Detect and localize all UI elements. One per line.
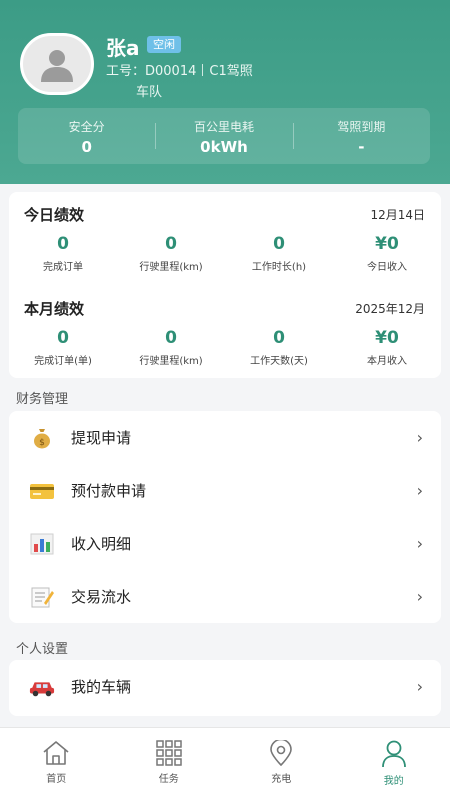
metric-label: 本月收入 — [367, 356, 407, 367]
menu-item-withdraw[interactable]: $ 提现申请 › — [9, 411, 441, 464]
metric-orders: 0 完成订单(单) — [9, 328, 117, 367]
car-icon — [29, 674, 55, 700]
svg-text:$: $ — [39, 438, 45, 448]
metric-value: ¥0 — [375, 234, 399, 254]
chevron-right-icon: › — [416, 677, 423, 696]
driver-info: 工号：D00014 C1驾照 — [106, 60, 253, 79]
stat-safety-score: 安全分 0 — [18, 108, 155, 164]
tab-charging[interactable]: 充电 — [225, 728, 338, 800]
metric-label: 工作天数(天) — [250, 356, 308, 367]
tab-label: 任务 — [158, 774, 179, 785]
metric-income: ¥0 本月收入 — [333, 328, 441, 367]
menu-item-label: 交易流水 — [71, 588, 132, 606]
metric-orders: 0 完成订单 — [9, 234, 117, 273]
tab-tasks[interactable]: 任务 — [113, 728, 226, 800]
menu-item-my-vehicle[interactable]: 我的车辆 › — [9, 660, 441, 713]
finance-section-label: 财务管理 — [16, 392, 69, 407]
metric-value: 0 — [57, 328, 69, 348]
stat-label: 百公里电耗 — [193, 120, 254, 134]
divider — [202, 63, 204, 76]
driver-name: 张a — [106, 36, 140, 60]
stat-label: 安全分 — [68, 120, 105, 134]
metric-label: 完成订单(单) — [34, 356, 92, 367]
stats-panel: 安全分 0 百公里电耗 0kWh 驾照到期 - — [18, 108, 430, 164]
month-metrics: 0 完成订单(单) 0 行驶里程(km) 0 工作天数(天) ¥0 本月收入 — [9, 328, 441, 367]
metric-mileage: 0 行驶里程(km) — [117, 328, 225, 367]
tab-home[interactable]: 首页 — [0, 728, 113, 800]
today-date: 12月14日 — [370, 208, 425, 222]
metric-value: 0 — [165, 234, 177, 254]
metric-work-hours: 0 工作时长(h) — [225, 234, 333, 273]
metric-income: ¥0 今日收入 — [333, 234, 441, 273]
metric-label: 工作时长(h) — [251, 262, 307, 273]
chevron-right-icon: › — [416, 428, 423, 447]
today-metrics: 0 完成订单 0 行驶里程(km) 0 工作时长(h) ¥0 今日收入 — [9, 234, 441, 273]
metric-value: 0 — [165, 328, 177, 348]
work-id: 工号：D00014 — [106, 64, 197, 79]
personal-menu: 我的车辆 › — [9, 660, 441, 716]
personal-section-label: 个人设置 — [16, 642, 69, 657]
tab-label: 我的 — [383, 776, 404, 787]
profile-header: 张a 空闲 工号：D00014 C1驾照 车队 安全分 0 百公里电耗 0kWh… — [0, 0, 450, 184]
performance-card: 今日绩效 12月14日 0 完成订单 0 行驶里程(km) 0 工作时长(h) … — [9, 192, 441, 378]
grid-icon — [156, 740, 182, 766]
metric-value: ¥0 — [375, 328, 399, 348]
metric-label: 今日收入 — [367, 262, 407, 273]
month-date: 2025年12月 — [355, 302, 425, 316]
default-avatar-icon — [41, 50, 73, 82]
menu-item-income-details[interactable]: 收入明细 › — [9, 517, 441, 570]
stat-value: 0 — [81, 138, 92, 156]
stat-label: 驾照到期 — [337, 120, 386, 134]
chevron-right-icon: › — [416, 587, 423, 606]
metric-value: 0 — [57, 234, 69, 254]
metric-value: 0 — [273, 328, 285, 348]
menu-item-label: 提现申请 — [71, 429, 132, 447]
memo-icon — [29, 584, 55, 610]
metric-label: 行驶里程(km) — [139, 356, 203, 367]
stat-value: 0kWh — [200, 138, 248, 156]
chevron-right-icon: › — [416, 534, 423, 553]
metric-value: 0 — [273, 234, 285, 254]
team-name: 车队 — [136, 85, 163, 100]
money-bag-icon: $ — [29, 425, 55, 451]
credit-card-icon — [29, 478, 55, 504]
menu-item-label: 预付款申请 — [71, 482, 147, 500]
chevron-right-icon: › — [416, 481, 423, 500]
stat-value: - — [358, 138, 365, 156]
month-performance-title: 本月绩效 — [24, 300, 85, 318]
bar-chart-icon — [29, 531, 55, 557]
location-pin-icon — [270, 740, 293, 766]
status-badge: 空闲 — [147, 36, 181, 53]
finance-menu: $ 提现申请 › 预付款申请 › 收入明细 › 交易流水 › — [9, 411, 441, 623]
tab-label: 首页 — [46, 774, 67, 785]
menu-item-label: 我的车辆 — [71, 678, 132, 696]
metric-work-days: 0 工作天数(天) — [225, 328, 333, 367]
today-performance-title: 今日绩效 — [24, 206, 85, 224]
user-icon — [381, 740, 406, 768]
metric-mileage: 0 行驶里程(km) — [117, 234, 225, 273]
home-icon — [43, 741, 69, 765]
metric-label: 行驶里程(km) — [139, 262, 203, 273]
tab-mine[interactable]: 我的 — [338, 728, 450, 800]
bottom-tab-bar: 首页 任务 充电 我的 — [0, 727, 450, 800]
menu-item-transactions[interactable]: 交易流水 › — [9, 570, 441, 623]
stat-energy-consumption: 百公里电耗 0kWh — [155, 108, 292, 164]
avatar[interactable] — [20, 33, 94, 95]
tab-label: 充电 — [271, 774, 292, 785]
stat-license-expiry: 驾照到期 - — [292, 108, 430, 164]
license-type: C1驾照 — [209, 64, 253, 79]
menu-item-prepayment[interactable]: 预付款申请 › — [9, 464, 441, 517]
metric-label: 完成订单 — [43, 262, 83, 273]
menu-item-label: 收入明细 — [71, 535, 132, 553]
